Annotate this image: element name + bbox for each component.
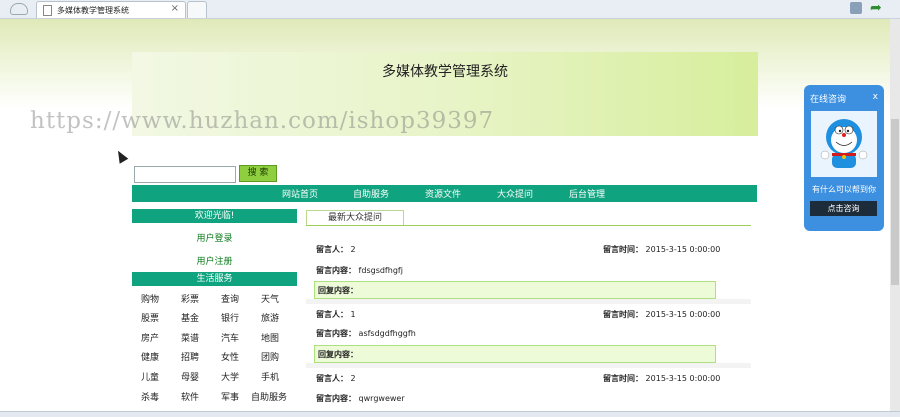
nav-item-home[interactable]: 网站首页 — [282, 187, 318, 200]
service-link[interactable]: 健康 — [141, 350, 159, 363]
message-author: 2 — [350, 245, 356, 254]
search-button[interactable]: 搜 索 — [239, 165, 277, 182]
scrollbar-thumb[interactable] — [891, 119, 899, 285]
service-link[interactable]: 汽车 — [221, 331, 239, 344]
message-content-row: 留言内容： asfsdgdfhggfh — [316, 328, 416, 339]
author-label: 留言人： — [316, 310, 348, 319]
service-link[interactable]: 菜谱 — [181, 331, 199, 344]
message-time: 2015-3-15 0:00:00 — [645, 310, 721, 319]
close-tab-icon[interactable]: × — [171, 3, 179, 14]
document-icon — [43, 5, 52, 16]
service-link[interactable]: 大学 — [221, 370, 239, 383]
back-arrow-icon[interactable]: ➦ — [870, 0, 882, 16]
watermark-text: https://www.huzhan.com/ishop39397 — [30, 108, 495, 134]
time-label: 留言时间： — [603, 374, 643, 383]
vertical-scrollbar[interactable] — [890, 19, 900, 411]
services-header: 生活服务 — [132, 272, 297, 286]
time-label: 留言时间： — [603, 245, 643, 254]
service-link[interactable]: 母婴 — [181, 370, 199, 383]
message-time-row: 留言时间： 2015-3-15 0:00:00 — [603, 309, 720, 320]
message-author-row: 留言人： 2 — [316, 373, 356, 384]
service-link[interactable]: 股票 — [141, 311, 159, 324]
welcome-header: 欢迎光临! — [132, 209, 297, 223]
service-link[interactable]: 彩票 — [181, 292, 199, 305]
service-link[interactable]: 银行 — [221, 311, 239, 324]
consult-button[interactable]: 点击咨询 — [810, 201, 877, 216]
message-time: 2015-3-15 0:00:00 — [645, 245, 721, 254]
browser-tab-title: 多媒体教学管理系统 — [57, 6, 129, 15]
consult-title: 在线咨询 — [810, 95, 847, 105]
message-content: fdsgsdfhgfj — [358, 266, 403, 275]
service-link[interactable]: 基金 — [181, 311, 199, 324]
service-link[interactable]: 查询 — [221, 292, 239, 305]
time-label: 留言时间： — [603, 310, 643, 319]
nav-item-self-service[interactable]: 自助服务 — [353, 187, 389, 200]
status-bar — [0, 411, 900, 417]
reply-box: 回复内容： — [314, 345, 716, 363]
message-author-row: 留言人： 1 — [316, 309, 356, 320]
service-link[interactable]: 房产 — [141, 331, 159, 344]
nav-item-resources[interactable]: 资源文件 — [425, 187, 461, 200]
reply-label: 回复内容： — [318, 286, 358, 295]
message-separator — [306, 363, 751, 368]
message-content-row: 留言内容： qwrgwewer — [316, 393, 405, 404]
main-nav: 网站首页 自助服务 资源文件 大众提问 后台管理 — [132, 185, 757, 202]
nav-item-admin[interactable]: 后台管理 — [569, 187, 605, 200]
service-link[interactable]: 旅游 — [261, 311, 279, 324]
browser-tab-bar: 多媒体教学管理系统 × ➦ — [0, 0, 900, 19]
service-link[interactable]: 购物 — [141, 292, 159, 305]
online-consult-widget: 在线咨询 x 有什么可以帮到你 点击咨询 — [804, 85, 884, 231]
browser-tab[interactable]: 多媒体教学管理系统 × — [36, 1, 186, 18]
home-icon[interactable] — [850, 2, 862, 14]
service-link[interactable]: 杀毒 — [141, 390, 159, 403]
content-label: 留言内容： — [316, 329, 356, 338]
reply-box: 回复内容： — [314, 281, 716, 299]
register-link[interactable]: 用户注册 — [132, 254, 297, 267]
message-content: qwrgwewer — [358, 394, 405, 403]
service-link[interactable]: 自助服务 — [251, 390, 287, 403]
service-link[interactable]: 天气 — [261, 292, 279, 305]
message-content-row: 留言内容： fdsgsdfhgfj — [316, 265, 403, 276]
login-link[interactable]: 用户登录 — [132, 231, 297, 244]
content-label: 留言内容： — [316, 394, 356, 403]
content-label: 留言内容： — [316, 266, 356, 275]
service-link[interactable]: 儿童 — [141, 370, 159, 383]
author-label: 留言人： — [316, 245, 348, 254]
message-time-row: 留言时间： 2015-3-15 0:00:00 — [603, 244, 720, 255]
site-title: 多媒体教学管理系统 — [382, 64, 508, 80]
reply-label: 回复内容： — [318, 350, 358, 359]
tab-latest-questions[interactable]: 最新大众提问 — [306, 210, 404, 226]
doraemon-mascot-icon — [811, 111, 877, 177]
close-icon[interactable]: x — [873, 92, 878, 102]
service-link[interactable]: 军事 — [221, 390, 239, 403]
message-time: 2015-3-15 0:00:00 — [645, 374, 721, 383]
message-separator — [306, 299, 751, 304]
message-author: 2 — [350, 374, 356, 383]
message-author-row: 留言人： 2 — [316, 244, 356, 255]
service-link[interactable]: 女性 — [221, 350, 239, 363]
service-link[interactable]: 团购 — [261, 350, 279, 363]
nav-item-questions[interactable]: 大众提问 — [497, 187, 533, 200]
new-tab-button[interactable] — [187, 1, 207, 18]
cloud-icon[interactable] — [10, 3, 28, 15]
author-label: 留言人： — [316, 374, 348, 383]
service-link[interactable]: 软件 — [181, 390, 199, 403]
consult-text: 有什么可以帮到你 — [812, 185, 876, 194]
service-link[interactable]: 招聘 — [181, 350, 199, 363]
service-link[interactable]: 地图 — [261, 331, 279, 344]
message-content: asfsdgdfhggfh — [358, 329, 416, 338]
message-author: 1 — [350, 310, 356, 319]
tab-underline — [306, 225, 751, 226]
service-link[interactable]: 手机 — [261, 370, 279, 383]
search-input[interactable] — [134, 166, 236, 183]
message-time-row: 留言时间： 2015-3-15 0:00:00 — [603, 373, 720, 384]
